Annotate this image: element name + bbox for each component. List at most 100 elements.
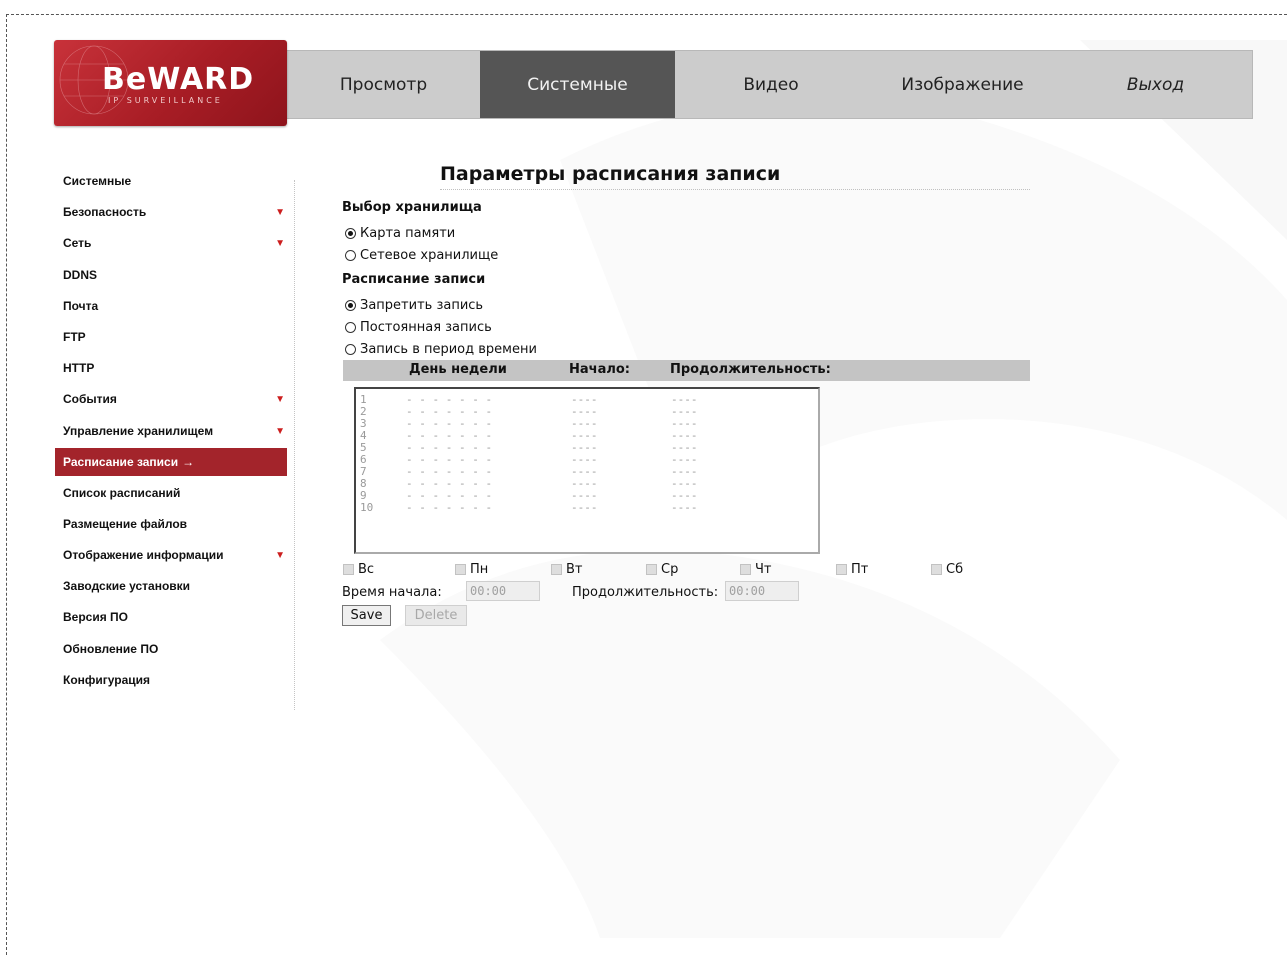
page-title: Параметры расписания записи [440, 163, 781, 185]
expand-arrow-icon[interactable]: ▼ [275, 384, 285, 415]
sidebar-item-storage-management[interactable]: Управление хранилищем ▼ [55, 416, 287, 447]
sidebar-item-ftp[interactable]: FTP [55, 322, 287, 353]
weekday-checkbox-mon[interactable]: Пн [455, 562, 488, 577]
sidebar-item-configuration[interactable]: Конфигурация [55, 665, 287, 696]
sidebar-item-label: Обновление ПО [63, 641, 159, 656]
schedule-option-continuous[interactable]: Постоянная запись [345, 320, 492, 335]
nav-tab-image[interactable]: Изображение [867, 51, 1058, 118]
weekday-checkbox-sat[interactable]: Сб [931, 562, 963, 577]
sidebar-item-label: HTTP [63, 361, 95, 376]
sidebar-item-record-schedule[interactable]: Расписание записи → [55, 447, 287, 476]
checkbox-icon[interactable] [551, 564, 562, 575]
radio-label: Карта памяти [360, 226, 456, 241]
beward-logo[interactable]: BeWARD IP SURVEILLANCE [54, 40, 287, 126]
checkbox-label: Пт [851, 562, 869, 577]
sidebar-item-label: Размещение файлов [63, 516, 188, 531]
checkbox-icon[interactable] [740, 564, 751, 575]
expand-arrow-icon[interactable]: ▼ [275, 540, 285, 571]
sidebar-item-http[interactable]: HTTP [55, 353, 287, 384]
checkbox-label: Сб [946, 562, 964, 577]
weekday-checkbox-thu[interactable]: Чт [740, 562, 772, 577]
save-button[interactable]: Save [342, 605, 391, 626]
sidebar-item-ddns[interactable]: DDNS [55, 260, 287, 291]
sidebar-item-label: FTP [63, 329, 86, 344]
sidebar-item-label: Расписание записи [63, 454, 179, 469]
sidebar-item-network[interactable]: Сеть ▼ [55, 228, 287, 259]
radio-unchecked-icon[interactable] [345, 250, 356, 261]
storage-option-network[interactable]: Сетевое хранилище [345, 248, 498, 263]
weekday-checkbox-tue[interactable]: Вт [551, 562, 583, 577]
logo-tagline: IP SURVEILLANCE [108, 96, 223, 105]
checkbox-icon[interactable] [455, 564, 466, 575]
sidebar-item-label: Заводские установки [63, 579, 191, 594]
delete-button[interactable]: Delete [405, 605, 467, 626]
duration-label: Продолжительность: [572, 585, 719, 600]
column-header-duration: Продолжительность: [670, 362, 831, 377]
checkbox-label: Вт [566, 562, 583, 577]
radio-label: Запретить запись [360, 298, 484, 313]
checkbox-icon[interactable] [343, 564, 354, 575]
sidebar-item-firmware-version[interactable]: Версия ПО [55, 602, 287, 633]
schedule-table-header: День недели Начало: Продолжительность: [343, 360, 1030, 381]
start-time-label: Время начала: [342, 585, 442, 600]
schedule-option-period[interactable]: Запись в период времени [345, 342, 537, 357]
weekday-checkbox-fri[interactable]: Пт [836, 562, 868, 577]
radio-label: Сетевое хранилище [360, 248, 499, 263]
radio-checked-icon[interactable] [345, 300, 356, 311]
checkbox-icon[interactable] [646, 564, 657, 575]
sidebar-item-factory-defaults[interactable]: Заводские установки [55, 571, 287, 602]
radio-checked-icon[interactable] [345, 228, 356, 239]
checkbox-label: Вс [358, 562, 375, 577]
checkbox-label: Пн [470, 562, 489, 577]
sidebar-item-firmware-update[interactable]: Обновление ПО [55, 634, 287, 665]
nav-tab-system[interactable]: Системные [480, 51, 675, 118]
sidebar-item-label: Безопасность [63, 205, 147, 220]
sidebar-item-label: Системные [63, 174, 132, 188]
nav-tab-exit[interactable]: Выход [1058, 51, 1253, 118]
sidebar-item-security[interactable]: Безопасность ▼ [55, 197, 287, 228]
checkbox-label: Ср [661, 562, 679, 577]
column-header-weekday: День недели [409, 362, 507, 377]
schedule-listbox[interactable]: 1- - - - - - - ---- ---- 2- - - - - - - ---… [354, 387, 820, 554]
schedule-heading: Расписание записи [342, 272, 486, 287]
checkbox-label: Чт [755, 562, 772, 577]
sidebar-item-schedule-list[interactable]: Список расписаний [55, 478, 287, 509]
right-arrow-icon: → [182, 454, 195, 469]
weekday-checkbox-wed[interactable]: Ср [646, 562, 678, 577]
expand-arrow-icon[interactable]: ▼ [275, 416, 285, 447]
nav-tab-video[interactable]: Видео [675, 51, 867, 118]
sidebar-item-label: События [63, 392, 117, 407]
weekday-checkbox-sun[interactable]: Вс [343, 562, 374, 577]
logo-wordmark: BeWARD [102, 62, 255, 97]
duration-input[interactable]: 00:00 [725, 581, 799, 601]
sidebar-item-label: Управление хранилищем [63, 423, 214, 438]
radio-label: Запись в период времени [360, 342, 537, 357]
sidebar-item-info-display[interactable]: Отображение информации ▼ [55, 540, 287, 571]
sidebar-item-label: DDNS [63, 267, 98, 282]
sidebar-item-label: Отображение информации [63, 548, 224, 563]
storage-heading: Выбор хранилища [342, 200, 482, 215]
radio-unchecked-icon[interactable] [345, 322, 356, 333]
sidebar-menu: Системные Безопасность ▼ Сеть ▼ DDNS Почта… [55, 166, 287, 696]
sidebar-item-mail[interactable]: Почта [55, 291, 287, 322]
start-time-input[interactable]: 00:00 [466, 581, 540, 601]
checkbox-icon[interactable] [931, 564, 942, 575]
main-nav: Просмотр Системные Видео Изображение Вых… [287, 51, 1253, 118]
schedule-option-disable[interactable]: Запретить запись [345, 298, 483, 313]
column-header-start: Начало: [569, 362, 631, 377]
checkbox-icon[interactable] [836, 564, 847, 575]
expand-arrow-icon[interactable]: ▼ [275, 197, 285, 228]
sidebar-item-file-placement[interactable]: Размещение файлов [55, 509, 287, 540]
expand-arrow-icon[interactable]: ▼ [275, 228, 285, 259]
storage-option-memory-card[interactable]: Карта памяти [345, 226, 455, 241]
nav-tab-view[interactable]: Просмотр [287, 51, 480, 118]
radio-unchecked-icon[interactable] [345, 344, 356, 355]
sidebar-item-label: Конфигурация [63, 672, 151, 687]
sidebar-item-system[interactable]: Системные [55, 166, 287, 197]
sidebar-item-label: Список расписаний [63, 485, 181, 500]
sidebar-item-events[interactable]: События ▼ [55, 384, 287, 415]
radio-label: Постоянная запись [360, 320, 492, 335]
sidebar-item-label: Версия ПО [63, 610, 129, 625]
sidebar-item-label: Почта [63, 298, 99, 313]
sidebar-divider [294, 180, 295, 710]
